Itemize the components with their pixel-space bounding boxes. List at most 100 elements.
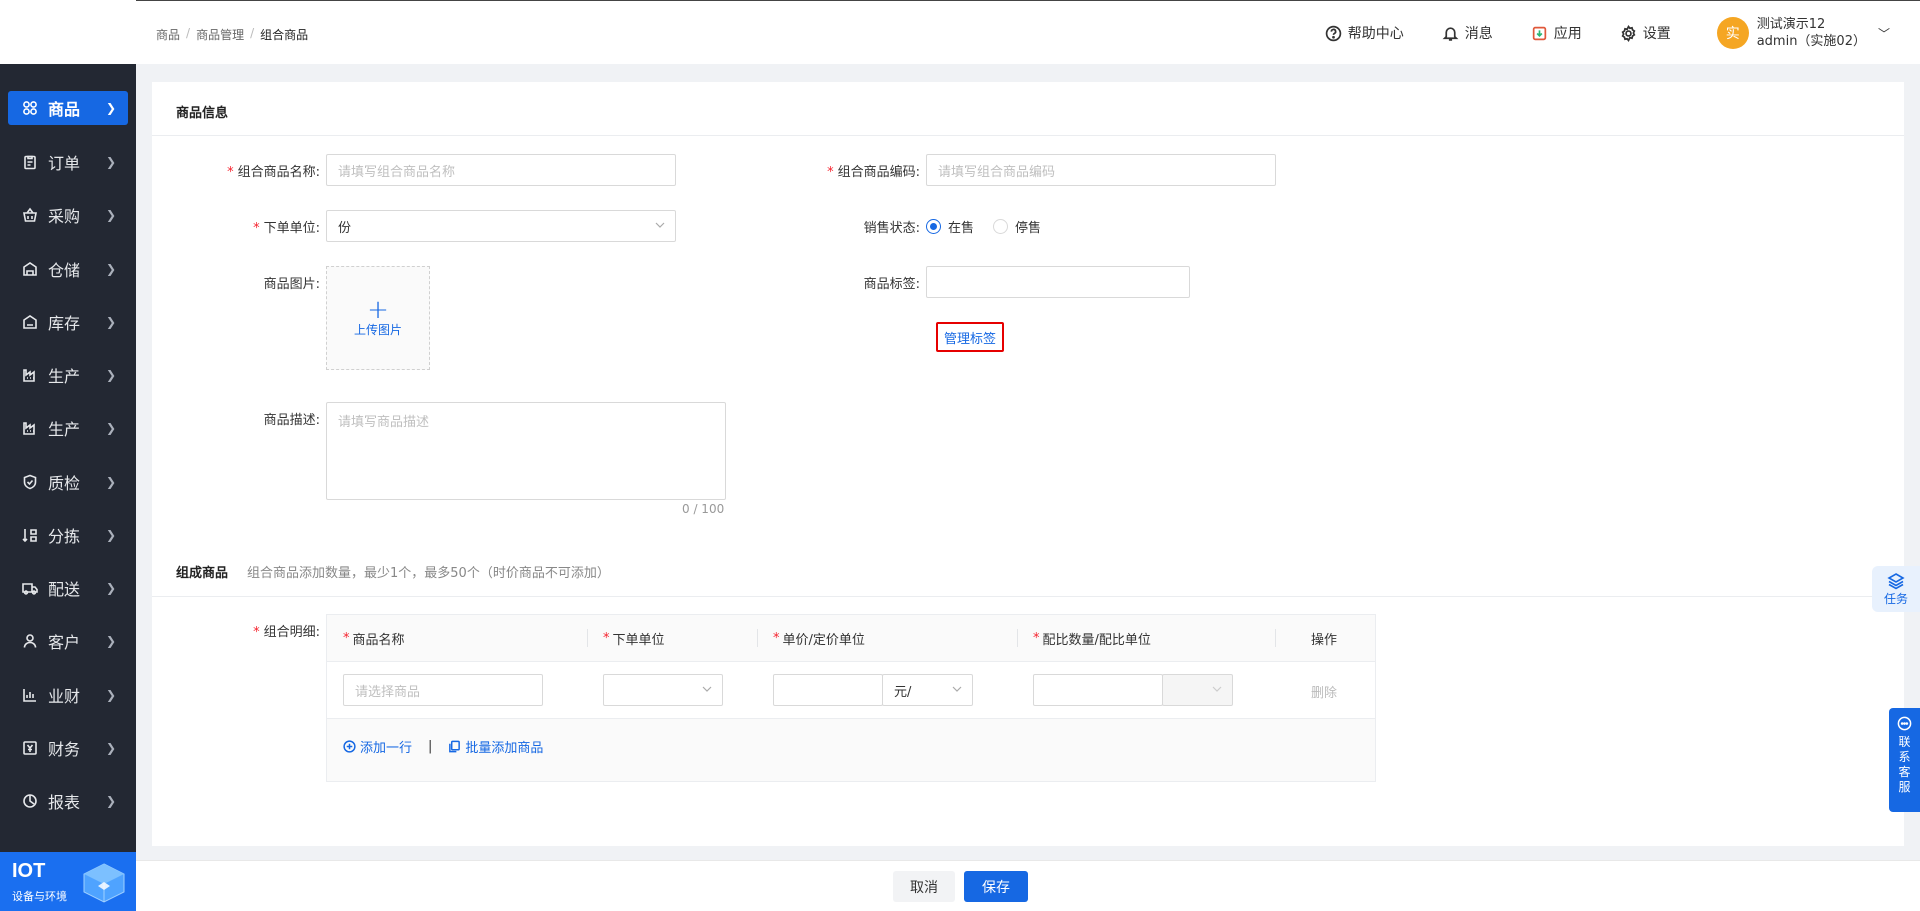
row-unit-select[interactable] bbox=[603, 674, 723, 706]
breadcrumb-item-goods[interactable]: 商品 bbox=[156, 26, 180, 43]
manage-tags-button[interactable]: 管理标签 bbox=[936, 322, 1004, 352]
description-textarea[interactable]: 请填写商品描述 bbox=[326, 402, 726, 500]
help-center-button[interactable]: 帮助中心 bbox=[1325, 23, 1404, 43]
gear-icon bbox=[1621, 24, 1636, 42]
sidebar-item-orders[interactable]: 订单 ❯ bbox=[8, 145, 128, 179]
sidebar-item-label: 采购 bbox=[48, 207, 81, 226]
column-header-ratio: * 配比数量/配比单位 bbox=[1033, 630, 1151, 648]
sort-icon bbox=[22, 527, 38, 543]
desc-label: 商品描述: bbox=[263, 413, 320, 428]
status-label: 销售状态: bbox=[863, 221, 920, 236]
sidebar-item-storage[interactable]: 仓储 ❯ bbox=[8, 252, 128, 286]
messages-button[interactable]: 消息 bbox=[1442, 23, 1493, 43]
code-label: * 组合商品编码: bbox=[827, 165, 920, 180]
app-download-icon bbox=[1532, 26, 1546, 40]
delete-row-button[interactable]: 删除 bbox=[1311, 682, 1337, 701]
chevron-down-icon bbox=[952, 686, 962, 692]
user-name: 测试演示12 bbox=[1756, 17, 1826, 32]
header-actions: 帮助中心 消息 应用 设置 实 测试演示12 admin（实施02） ﹀ bbox=[1287, 1, 1890, 65]
service-char: 服 bbox=[1898, 780, 1911, 794]
sidebar-item-goods[interactable]: 商品 ❯ bbox=[8, 91, 128, 125]
ratio-unit-select[interactable] bbox=[1162, 674, 1233, 706]
cancel-button[interactable]: 取消 bbox=[893, 871, 955, 902]
tag-label: 商品标签: bbox=[863, 277, 920, 292]
sidebar-item-label: 生产 bbox=[48, 367, 81, 386]
sidebar-item-quality[interactable]: 质检 ❯ bbox=[8, 465, 128, 499]
chevron-right-icon: ❯ bbox=[106, 634, 117, 648]
combo-code-input[interactable]: 请填写组合商品编码 bbox=[926, 154, 1276, 186]
service-char: 客 bbox=[1898, 765, 1911, 779]
sidebar-item-label: 订单 bbox=[48, 154, 81, 173]
sidebar-item-inventory[interactable]: 库存 ❯ bbox=[8, 305, 128, 339]
chevron-right-icon: ❯ bbox=[106, 475, 117, 489]
sidebar-item-label: 仓储 bbox=[48, 261, 81, 280]
sidebar-item-delivery[interactable]: 配送 ❯ bbox=[8, 571, 128, 605]
form-footer: 取消 保存 bbox=[136, 860, 1920, 911]
sidebar-item-finance[interactable]: 财务 ❯ bbox=[8, 731, 128, 765]
breadcrumb-separator: / bbox=[250, 26, 255, 40]
chevron-right-icon: ❯ bbox=[106, 421, 117, 435]
sidebar-item-reports[interactable]: 报表 ❯ bbox=[8, 784, 128, 818]
avatar: 实 bbox=[1716, 17, 1749, 49]
sidebar-item-label: 质检 bbox=[48, 474, 81, 493]
breadcrumb-item-goods-management[interactable]: 商品管理 bbox=[196, 26, 244, 43]
radio-dot-checked bbox=[926, 219, 941, 234]
grid-icon bbox=[22, 100, 38, 116]
iot-banner[interactable]: IOT 设备与环境 bbox=[0, 852, 136, 911]
chart-icon bbox=[22, 687, 38, 703]
status-on-radio[interactable]: 在售 bbox=[926, 217, 974, 236]
customer-service-button[interactable]: 联 系 客 服 bbox=[1889, 708, 1920, 812]
sidebar-item-customers[interactable]: 客户 ❯ bbox=[8, 624, 128, 658]
upload-image-button[interactable]: + 上传图片 bbox=[326, 266, 430, 370]
cube-icon bbox=[83, 863, 125, 903]
tag-input[interactable] bbox=[926, 266, 1190, 298]
copy-icon bbox=[449, 740, 461, 753]
factory-icon bbox=[22, 367, 38, 383]
compose-table: * 商品名称 * 下单单位 * 单价/定价单位 * 配比数量/配比单位 操作 请选择商品… bbox=[326, 614, 1376, 782]
task-float-button[interactable]: 任务 bbox=[1872, 566, 1920, 612]
finance-icon bbox=[22, 740, 38, 756]
ratio-quantity-input[interactable] bbox=[1033, 674, 1163, 706]
shield-icon bbox=[22, 474, 38, 490]
sidebar-item-label: 生产 bbox=[48, 420, 81, 439]
combo-name-input[interactable]: 请填写组合商品名称 bbox=[326, 154, 676, 186]
table-row: 请选择商品 元/ 删除 bbox=[327, 662, 1375, 718]
apps-button[interactable]: 应用 bbox=[1531, 23, 1582, 43]
chevron-right-icon: ❯ bbox=[106, 155, 117, 169]
sidebar-item-sorting[interactable]: 分拣 ❯ bbox=[8, 518, 128, 552]
detail-label: * 组合明细: bbox=[253, 625, 320, 640]
price-unit-select[interactable]: 元/ bbox=[882, 674, 973, 706]
sidebar: 商品 ❯ 订单 ❯ 采购 ❯ 仓储 ❯ 库存 ❯ 生产 ❯ 生产 ❯ 质检 ❯ … bbox=[0, 0, 136, 911]
image-label: 商品图片: bbox=[263, 277, 320, 292]
sidebar-item-business-finance[interactable]: 业财 ❯ bbox=[8, 678, 128, 712]
sidebar-item-label: 业财 bbox=[48, 687, 81, 706]
name-label: * 组合商品名称: bbox=[227, 165, 320, 180]
table-actions: 添加一行 | 批量添加商品 bbox=[343, 737, 543, 756]
user-menu[interactable]: 实 测试演示12 admin（实施02） ﹀ bbox=[1716, 16, 1890, 50]
chevron-down-icon bbox=[702, 686, 712, 692]
sidebar-item-label: 财务 bbox=[48, 740, 81, 759]
sidebar-item-production-2[interactable]: 生产 ❯ bbox=[8, 411, 128, 445]
breadcrumb: 商品 / 商品管理 / 组合商品 bbox=[156, 26, 314, 43]
order-unit-select[interactable]: 份 bbox=[326, 210, 676, 242]
pie-icon bbox=[22, 793, 38, 809]
bell-icon bbox=[1442, 26, 1459, 41]
top-header: 商品 / 商品管理 / 组合商品 帮助中心 消息 应用 设置 实 测试演示12 … bbox=[136, 0, 1920, 64]
sidebar-item-production-1[interactable]: 生产 ❯ bbox=[8, 358, 128, 392]
sidebar-item-label: 商品 bbox=[48, 100, 81, 119]
add-row-button[interactable]: 添加一行 bbox=[360, 737, 412, 756]
sidebar-item-label: 库存 bbox=[48, 314, 81, 333]
sidebar-item-purchase[interactable]: 采购 ❯ bbox=[8, 198, 128, 232]
chevron-right-icon: ❯ bbox=[106, 315, 117, 329]
iot-title: IOT bbox=[12, 860, 46, 882]
user-account: admin（实施02） bbox=[1756, 34, 1866, 49]
batch-add-button[interactable]: 批量添加商品 bbox=[465, 737, 543, 756]
status-off-radio[interactable]: 停售 bbox=[993, 217, 1041, 236]
select-goods-input[interactable]: 请选择商品 bbox=[343, 674, 543, 706]
column-separator bbox=[757, 629, 758, 647]
breadcrumb-item-current: 组合商品 bbox=[260, 28, 309, 42]
save-button[interactable]: 保存 bbox=[964, 871, 1028, 902]
column-separator bbox=[1275, 629, 1276, 647]
settings-button[interactable]: 设置 bbox=[1620, 23, 1671, 43]
unit-price-input[interactable] bbox=[773, 674, 883, 706]
